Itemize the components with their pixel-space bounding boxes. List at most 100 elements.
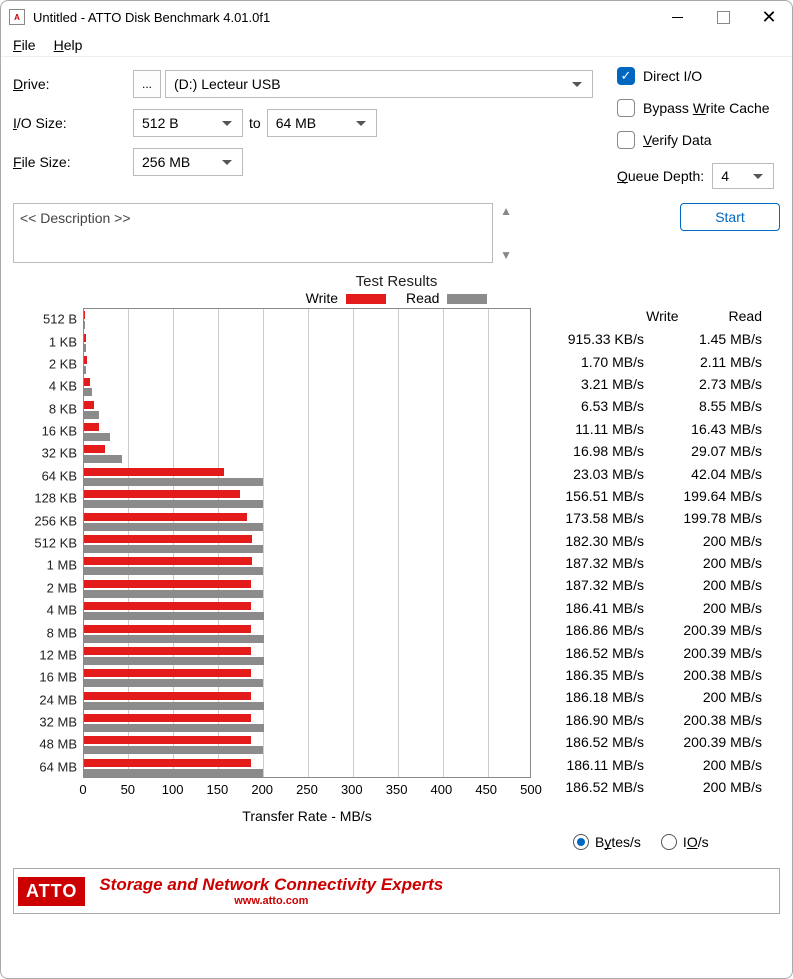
banner-url: www.atto.com xyxy=(99,895,443,907)
cell-read: 200.38 MB/s xyxy=(662,712,762,728)
verify-data-label: Verify Data xyxy=(643,132,712,148)
data-row: 187.32 MB/s200 MB/s xyxy=(538,552,780,574)
chart-xtick: 150 xyxy=(207,782,229,797)
radio-on-icon xyxy=(573,834,589,850)
menu-help[interactable]: Help xyxy=(54,37,83,53)
bar-read xyxy=(84,388,92,396)
minimize-button[interactable] xyxy=(654,1,700,33)
bar-read xyxy=(84,612,264,620)
cell-read: 8.55 MB/s xyxy=(662,398,762,414)
bar-read xyxy=(84,366,86,374)
menu-file[interactable]: File xyxy=(13,37,36,53)
cell-write: 3.21 MB/s xyxy=(544,376,644,392)
cell-read: 199.64 MB/s xyxy=(662,488,762,504)
bar-read xyxy=(84,657,264,665)
iosize-from-value: 512 B xyxy=(142,115,179,131)
col-write-header: Write xyxy=(646,308,678,324)
description-placeholder: << Description >> xyxy=(20,210,131,226)
iosize-to-select[interactable]: 64 MB xyxy=(267,109,377,137)
cell-read: 200.39 MB/s xyxy=(662,622,762,638)
cell-write: 186.18 MB/s xyxy=(544,689,644,705)
data-row: 6.53 MB/s8.55 MB/s xyxy=(538,395,780,417)
bar-write xyxy=(84,714,251,722)
bypass-cache-label: Bypass Write Cache xyxy=(643,100,770,116)
bar-write xyxy=(84,647,251,655)
data-row: 11.11 MB/s16.43 MB/s xyxy=(538,418,780,440)
bar-write xyxy=(84,423,99,431)
units-ios-radio[interactable]: IO/s xyxy=(661,834,709,850)
start-button-label: Start xyxy=(715,209,745,225)
chart-ylabel: 2 KB xyxy=(49,356,77,371)
drive-browse-button[interactable]: ... xyxy=(133,70,161,98)
start-button[interactable]: Start xyxy=(680,203,780,231)
units-bytes-radio[interactable]: Bytes/s xyxy=(573,834,641,850)
bar-read xyxy=(84,478,263,486)
units-ios-label: IO/s xyxy=(683,834,709,850)
cell-read: 16.43 MB/s xyxy=(662,421,762,437)
data-row: 182.30 MB/s200 MB/s xyxy=(538,530,780,552)
bar-write xyxy=(84,692,251,700)
queue-depth-select[interactable]: 4 xyxy=(712,163,774,189)
chart-xtick: 250 xyxy=(296,782,318,797)
cell-write: 186.52 MB/s xyxy=(544,779,644,795)
col-read-header: Read xyxy=(729,308,762,324)
chart-ylabel: 128 KB xyxy=(34,491,77,506)
spin-down-icon[interactable]: ▼ xyxy=(500,248,512,262)
direct-io-checkbox[interactable]: ✓Direct I/O xyxy=(617,67,793,85)
spin-up-icon[interactable]: ▲ xyxy=(500,204,512,218)
chart-ylabel: 512 B xyxy=(43,312,77,327)
bar-write xyxy=(84,356,87,364)
queue-depth-value: 4 xyxy=(721,168,729,184)
iosize-to-value: 64 MB xyxy=(276,115,316,131)
bar-write xyxy=(84,759,251,767)
cell-write: 186.11 MB/s xyxy=(544,757,644,773)
cell-read: 29.07 MB/s xyxy=(662,443,762,459)
app-icon: A xyxy=(9,9,25,25)
data-row: 186.52 MB/s200.39 MB/s xyxy=(538,641,780,663)
atto-banner: ATTO Storage and Network Connectivity Ex… xyxy=(13,868,780,914)
data-row: 915.33 KB/s1.45 MB/s xyxy=(538,328,780,350)
cell-read: 200.38 MB/s xyxy=(662,667,762,683)
bar-read xyxy=(84,523,263,531)
check-icon: ✓ xyxy=(617,67,635,85)
data-row: 16.98 MB/s29.07 MB/s xyxy=(538,440,780,462)
data-row: 186.41 MB/s200 MB/s xyxy=(538,597,780,619)
drive-select[interactable]: (D:) Lecteur USB xyxy=(165,70,593,98)
bar-write xyxy=(84,669,251,677)
iosize-to-label: to xyxy=(249,115,261,131)
bar-read xyxy=(84,545,263,553)
bar-write xyxy=(84,557,252,565)
checkbox-icon xyxy=(617,99,635,117)
maximize-button[interactable] xyxy=(700,1,746,33)
chart-xtick: 350 xyxy=(386,782,408,797)
bar-write xyxy=(84,513,247,521)
bar-read xyxy=(84,344,86,352)
data-row: 186.18 MB/s200 MB/s xyxy=(538,686,780,708)
data-row: 1.70 MB/s2.11 MB/s xyxy=(538,350,780,372)
chart-ylabel: 4 KB xyxy=(49,379,77,394)
filesize-select[interactable]: 256 MB xyxy=(133,148,243,176)
data-row: 156.51 MB/s199.64 MB/s xyxy=(538,485,780,507)
cell-write: 186.35 MB/s xyxy=(544,667,644,683)
data-row: 186.52 MB/s200.39 MB/s xyxy=(538,731,780,753)
bar-read xyxy=(84,702,264,710)
legend-write-swatch xyxy=(346,294,386,304)
verify-data-checkbox[interactable]: Verify Data xyxy=(617,131,793,149)
cell-write: 186.90 MB/s xyxy=(544,712,644,728)
close-button[interactable]: ✕ xyxy=(746,1,792,33)
chart-ylabel: 1 KB xyxy=(49,334,77,349)
cell-read: 200 MB/s xyxy=(662,757,762,773)
chart-xtick: 500 xyxy=(520,782,542,797)
bar-write xyxy=(84,311,85,319)
bypass-cache-checkbox[interactable]: Bypass Write Cache xyxy=(617,99,793,117)
bar-read xyxy=(84,321,85,329)
bar-write xyxy=(84,602,251,610)
iosize-from-select[interactable]: 512 B xyxy=(133,109,243,137)
bar-write xyxy=(84,378,90,386)
cell-write: 915.33 KB/s xyxy=(544,331,644,347)
description-input[interactable]: << Description >> ▲ ▼ xyxy=(13,203,493,263)
chart-xtick: 0 xyxy=(79,782,86,797)
bar-write xyxy=(84,736,251,744)
checkbox-icon xyxy=(617,131,635,149)
bar-read xyxy=(84,679,263,687)
